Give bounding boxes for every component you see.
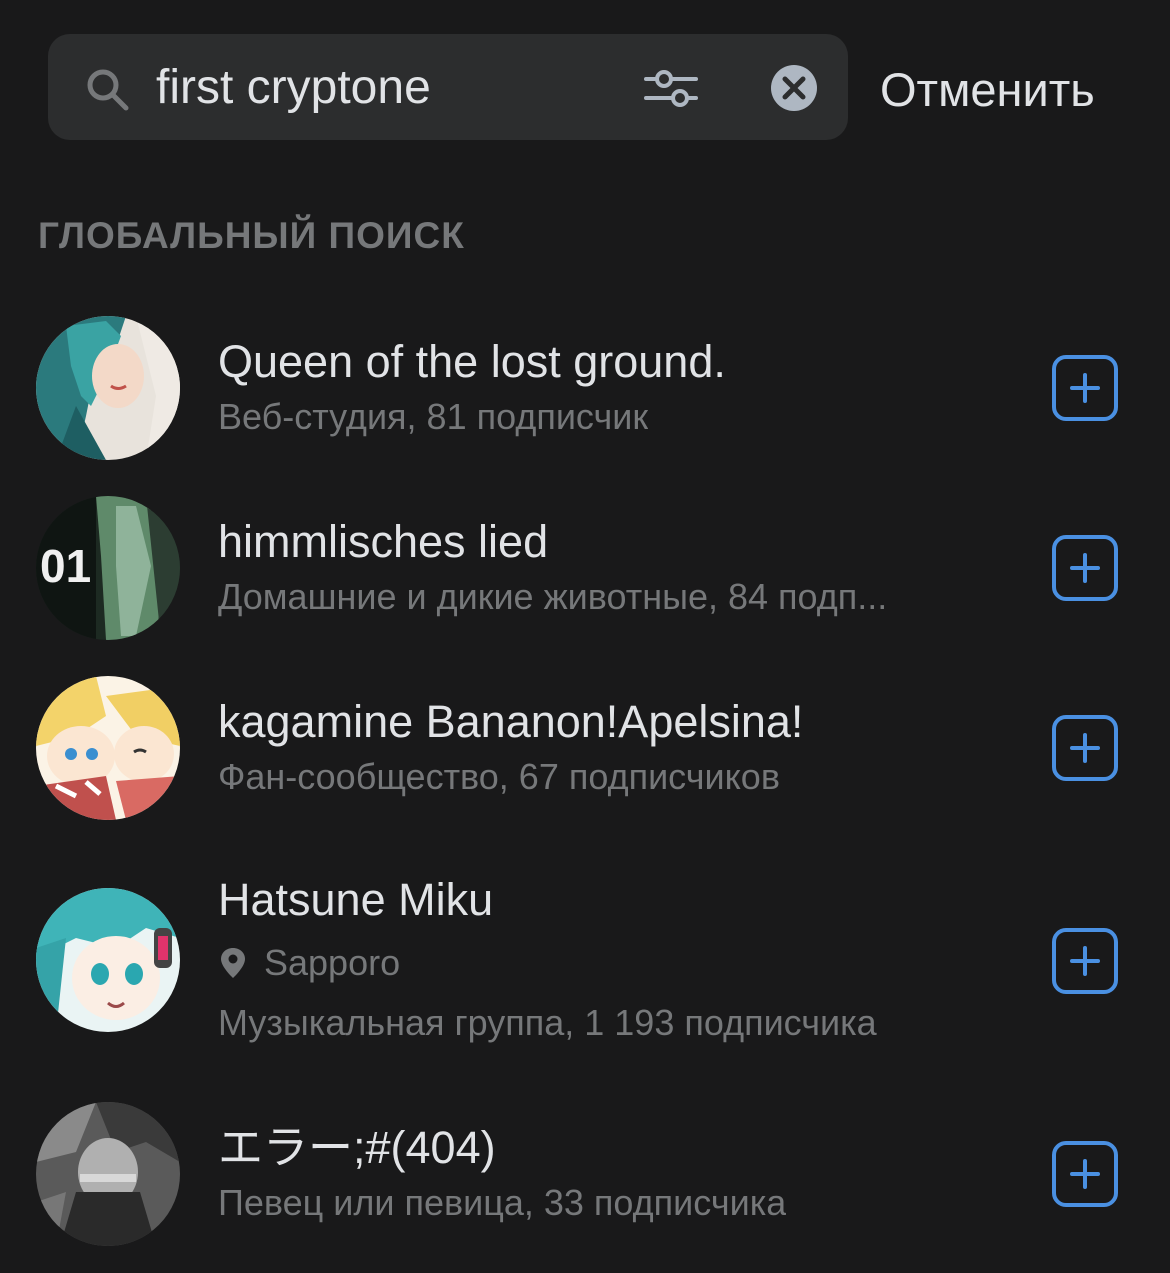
result-title: himmlisches lied — [218, 516, 549, 567]
avatar — [36, 676, 180, 820]
result-title: エラー;#(404) — [218, 1122, 496, 1173]
result-subtitle: Певец или певица, 33 подписчика — [218, 1182, 787, 1223]
avatar — [36, 1102, 180, 1246]
add-icon — [1070, 946, 1100, 976]
avatar — [36, 888, 180, 1032]
location-pin-icon — [221, 948, 245, 978]
result-subtitle: Фан-сообщество, 67 подписчиков — [218, 756, 780, 797]
add-icon — [1070, 373, 1100, 403]
result-subtitle: Веб-студия, 81 подписчик — [218, 396, 649, 437]
clear-icon[interactable] — [770, 64, 818, 112]
add-button[interactable] — [1052, 535, 1118, 601]
avatar — [36, 316, 180, 460]
result-subtitle: Музыкальная группа, 1 193 подписчика — [218, 1002, 877, 1043]
result-subtitle: Домашние и дикие животные, 84 подп... — [218, 576, 888, 617]
add-button[interactable] — [1052, 1141, 1118, 1207]
add-button[interactable] — [1052, 715, 1118, 781]
result-location: Sapporo — [264, 942, 401, 983]
section-header: ГЛОБАЛЬНЫЙ ПОИСК — [38, 215, 465, 256]
result-row[interactable]: kagamine Bananon!Apelsina! Фан-сообществ… — [0, 670, 1170, 830]
result-row[interactable]: エラー;#(404) Певец или певица, 33 подписчи… — [0, 1096, 1170, 1256]
filter-icon[interactable] — [642, 64, 700, 112]
svg-text:01: 01 — [40, 540, 91, 592]
add-button[interactable] — [1052, 355, 1118, 421]
add-icon — [1070, 553, 1100, 583]
add-button[interactable] — [1052, 928, 1118, 994]
add-icon — [1070, 733, 1100, 763]
result-row[interactable]: 01 himmlisches lied Домашние и дикие жив… — [0, 490, 1170, 650]
search-icon — [87, 69, 129, 111]
result-row[interactable]: Hatsune Miku Sapporo Музыкальная группа,… — [0, 860, 1170, 1060]
result-title: Queen of the lost ground. — [218, 336, 726, 387]
cancel-button[interactable]: Отменить — [880, 58, 1095, 122]
search-results-screen: Отменить ГЛОБАЛЬНЫЙ ПОИСК Queen of the l… — [0, 0, 1170, 1273]
result-row[interactable]: Queen of the lost ground. Веб-студия, 81… — [0, 310, 1170, 470]
result-title: kagamine Bananon!Apelsina! — [218, 696, 804, 747]
add-icon — [1070, 1159, 1100, 1189]
avatar: 01 — [36, 496, 180, 640]
result-title: Hatsune Miku — [218, 874, 494, 925]
search-input[interactable] — [156, 56, 616, 120]
